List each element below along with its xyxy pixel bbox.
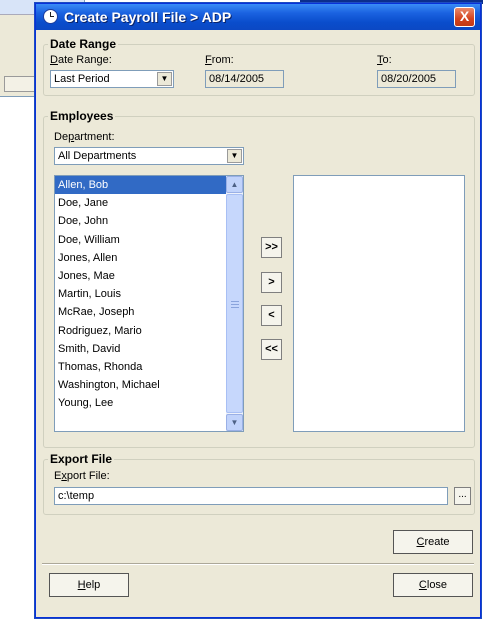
list-item[interactable]: Jones, Allen bbox=[55, 249, 226, 267]
date-range-select[interactable]: Last Period ▼ bbox=[50, 70, 174, 88]
window-title: Create Payroll File > ADP bbox=[64, 9, 232, 25]
title-bar[interactable]: Create Payroll File > ADP X bbox=[36, 4, 480, 30]
to-date-field[interactable]: 08/20/2005 bbox=[377, 70, 456, 88]
clock-icon bbox=[43, 9, 58, 24]
remove-all-button[interactable]: << bbox=[261, 339, 282, 360]
window-close-button[interactable]: X bbox=[454, 7, 475, 27]
chevron-down-icon[interactable]: ▼ bbox=[157, 72, 172, 86]
date-range-group: Date Range Date Range: Last Period ▼ Fro… bbox=[43, 37, 475, 96]
export-file-label: Export File: bbox=[54, 470, 110, 482]
available-list-scrollbar[interactable]: ▲ ▼ bbox=[226, 176, 243, 431]
close-button[interactable]: Close bbox=[393, 573, 473, 597]
scroll-thumb[interactable] bbox=[226, 194, 243, 413]
date-range-label: Date Range: bbox=[50, 54, 112, 66]
from-label: From: bbox=[205, 54, 234, 66]
available-employees-list[interactable]: Allen, Bob Doe, Jane Doe, John Doe, William… bbox=[54, 175, 244, 432]
department-label: Department: bbox=[54, 131, 115, 143]
remove-button[interactable]: < bbox=[261, 305, 282, 326]
button-separator bbox=[42, 563, 474, 565]
browse-button[interactable]: ... bbox=[454, 487, 471, 505]
list-item[interactable]: McRae, Joseph bbox=[55, 303, 226, 321]
employees-group: Employees Department: All Departments ▼ … bbox=[43, 109, 475, 448]
payroll-dialog: Create Payroll File > ADP X Date Range D… bbox=[35, 3, 481, 618]
scroll-up-icon[interactable]: ▲ bbox=[226, 176, 243, 193]
list-item[interactable]: Doe, Jane bbox=[55, 194, 226, 212]
department-value: All Departments bbox=[58, 150, 137, 162]
list-item[interactable]: Smith, David bbox=[55, 340, 226, 358]
list-item[interactable]: Martin, Louis bbox=[55, 285, 226, 303]
employees-legend: Employees bbox=[48, 109, 116, 123]
list-item[interactable]: Doe, John bbox=[55, 212, 226, 230]
add-button[interactable]: > bbox=[261, 272, 282, 293]
date-range-value: Last Period bbox=[54, 73, 110, 85]
list-item[interactable]: Young, Lee bbox=[55, 394, 226, 412]
to-label: To: bbox=[377, 54, 392, 66]
list-item[interactable]: Rodriguez, Mario bbox=[55, 322, 226, 340]
selected-employees-list[interactable] bbox=[293, 175, 465, 432]
add-all-button[interactable]: >> bbox=[261, 237, 282, 258]
list-item[interactable]: Thomas, Rhonda bbox=[55, 358, 226, 376]
export-file-legend: Export File bbox=[48, 452, 115, 466]
from-date-field[interactable]: 08/14/2005 bbox=[205, 70, 284, 88]
department-select[interactable]: All Departments ▼ bbox=[54, 147, 244, 165]
list-item[interactable]: Allen, Bob bbox=[55, 176, 226, 195]
list-item[interactable]: Washington, Michael bbox=[55, 376, 226, 394]
scroll-down-icon[interactable]: ▼ bbox=[226, 414, 243, 431]
date-range-legend: Date Range bbox=[48, 37, 119, 51]
list-item[interactable]: Doe, William bbox=[55, 231, 226, 249]
export-file-input[interactable]: c:\temp bbox=[54, 487, 448, 505]
list-item[interactable]: Jones, Mae bbox=[55, 267, 226, 285]
help-button[interactable]: Help bbox=[49, 573, 129, 597]
create-button[interactable]: Create bbox=[393, 530, 473, 554]
export-file-group: Export File Export File: c:\temp ... bbox=[43, 452, 475, 515]
chevron-down-icon[interactable]: ▼ bbox=[227, 149, 242, 163]
